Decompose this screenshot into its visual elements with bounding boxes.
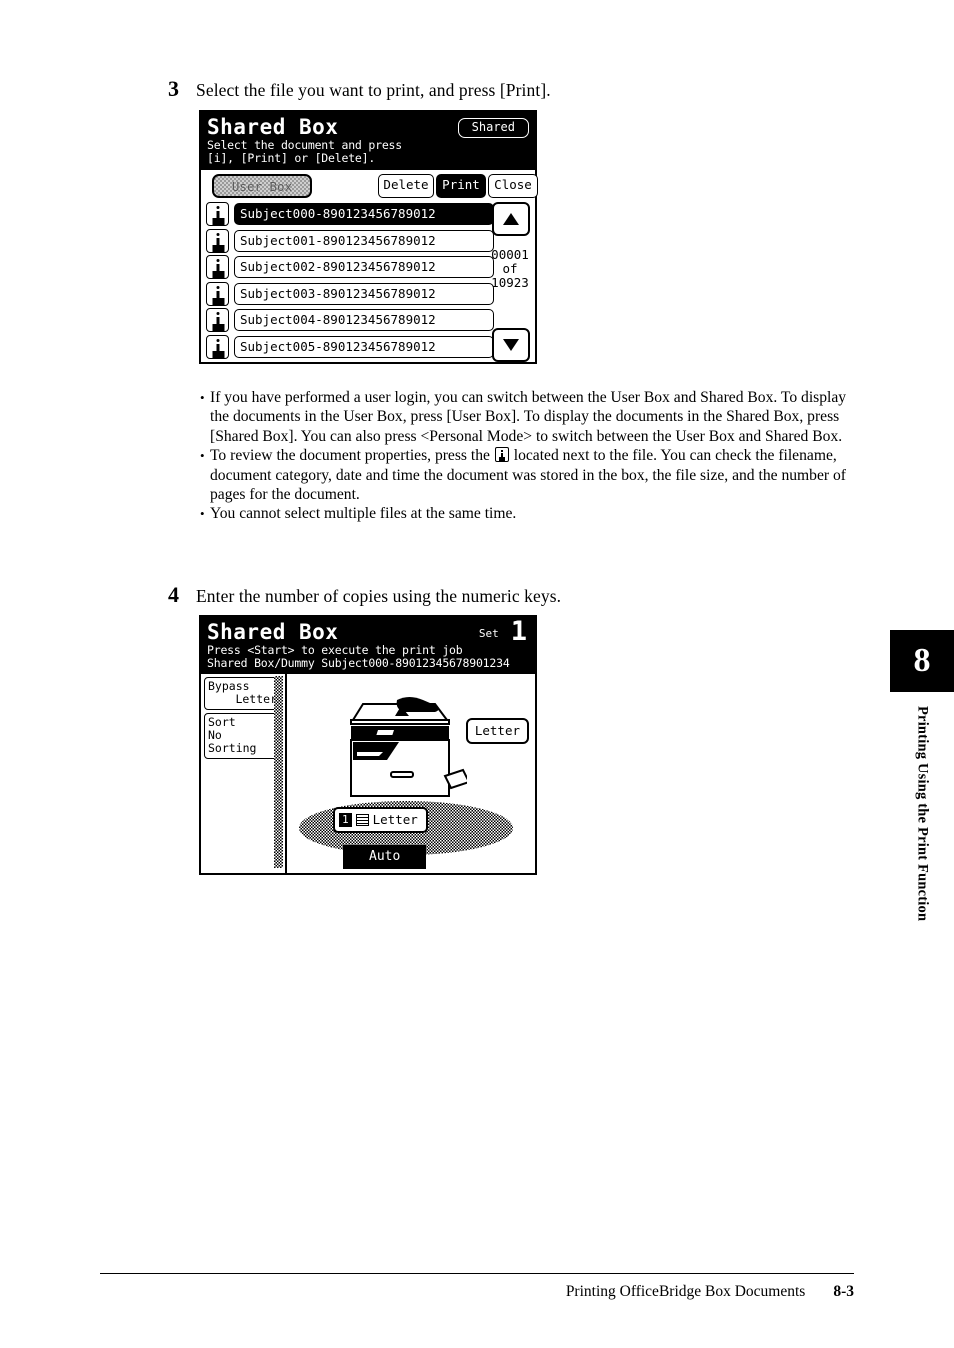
- lcd2-header: Shared Box Press <Start> to execute the …: [201, 617, 535, 674]
- lcd1-subtitle-line2: [i], [Print] or [Delete].: [207, 150, 376, 165]
- triangle-down-icon: [503, 339, 519, 351]
- paper-size-button[interactable]: Letter: [465, 718, 529, 744]
- document-info-icon: [494, 447, 509, 463]
- document-info-icon[interactable]: [206, 255, 229, 279]
- note-text: You cannot select multiple files at the …: [210, 505, 517, 523]
- document-name[interactable]: Subject002-890123456789012: [234, 256, 494, 278]
- lcd2-body: Bypass Letter Sort No Sorting Letter 1 L…: [201, 674, 535, 873]
- set-label: Set: [478, 627, 499, 640]
- chapter-number-tab: 8: [890, 630, 954, 692]
- step-3: 3 Select the file you want to print, and…: [168, 76, 868, 102]
- document-name[interactable]: Subject004-890123456789012: [234, 309, 494, 331]
- auto-paper-button[interactable]: Auto: [343, 845, 427, 869]
- note-text: To review the document properties, press…: [210, 446, 860, 504]
- side-panel-scrollbar[interactable]: [274, 676, 283, 868]
- tray-paper-size: Letter: [372, 812, 418, 827]
- footer: Printing OfficeBridge Box Documents 8-3: [100, 1283, 854, 1301]
- notes-list: • If you have performed a user login, yo…: [200, 388, 860, 524]
- counter-of: of: [502, 261, 518, 276]
- list-item[interactable]: Subject002-890123456789012: [206, 255, 494, 279]
- document-info-icon[interactable]: [206, 308, 229, 332]
- shared-mode-button[interactable]: Shared: [457, 118, 529, 138]
- close-button[interactable]: Close: [488, 174, 538, 198]
- bypass-value: Letter: [235, 692, 277, 706]
- chapter-title-vertical: Printing Using the Print Function: [890, 700, 954, 1000]
- user-box-button[interactable]: User Box: [212, 174, 312, 198]
- note-item: • If you have performed a user login, yo…: [200, 388, 860, 446]
- sort-value: No Sorting: [208, 728, 257, 755]
- document-name[interactable]: Subject005-890123456789012: [234, 335, 494, 358]
- chapter-title-text: Printing Using the Print Function: [914, 706, 931, 922]
- lcd-screen-print-settings: Shared Box Press <Start> to execute the …: [199, 615, 537, 875]
- footer-title: Printing OfficeBridge Box Documents: [565, 1283, 806, 1300]
- bypass-setting-button[interactable]: Bypass Letter: [204, 677, 281, 710]
- list-item[interactable]: Subject000-890123456789012: [206, 202, 494, 226]
- delete-button[interactable]: Delete: [378, 174, 434, 198]
- lcd1-header: Shared Box Select the document and press…: [201, 112, 535, 170]
- step-3-text: Select the file you want to print, and p…: [196, 80, 551, 100]
- list-item[interactable]: Subject004-890123456789012: [206, 308, 494, 332]
- record-counter: 00001 of 10923: [490, 248, 530, 290]
- lcd1-toolbar: User Box Delete Print Close: [206, 174, 538, 199]
- list-item[interactable]: Subject003-890123456789012: [206, 281, 494, 306]
- bullet-marker: •: [200, 506, 205, 522]
- list-scroll-controls: 00001 of 10923: [490, 202, 530, 362]
- note-item: • You cannot select multiple files at th…: [200, 504, 860, 523]
- document-info-icon[interactable]: [206, 334, 229, 359]
- step-3-number: 3: [168, 76, 179, 101]
- document-info-icon[interactable]: [206, 281, 229, 306]
- document-info-icon[interactable]: [206, 202, 229, 226]
- lcd-screen-document-list: Shared Box Select the document and press…: [199, 110, 538, 364]
- triangle-up-icon: [503, 213, 519, 225]
- list-item[interactable]: Subject005-890123456789012: [206, 334, 494, 359]
- printer-illustration: [350, 697, 467, 797]
- document-name[interactable]: Subject003-890123456789012: [234, 282, 494, 305]
- footer-page-number: 8-3: [833, 1283, 854, 1300]
- scroll-down-button[interactable]: [492, 328, 530, 362]
- paper-stack-icon: [355, 813, 369, 826]
- lcd1-body: User Box Delete Print Close Subject000-8…: [201, 170, 538, 362]
- lcd2-subtitle-line2: Shared Box/Dummy Subject000-890123456789…: [207, 655, 510, 670]
- document-info-icon[interactable]: [206, 228, 229, 253]
- tray-select-button[interactable]: 1 Letter: [333, 807, 428, 833]
- bullet-marker: •: [200, 448, 205, 464]
- list-item[interactable]: Subject001-890123456789012: [206, 228, 494, 253]
- document-name[interactable]: Subject001-890123456789012: [234, 229, 494, 252]
- set-value: 1: [510, 616, 527, 647]
- document-name[interactable]: Subject000-890123456789012: [234, 203, 494, 225]
- note-item: • To review the document properties, pre…: [200, 446, 860, 504]
- counter-total: 10923: [491, 275, 529, 290]
- sort-setting-button[interactable]: Sort No Sorting: [204, 713, 281, 759]
- page: 3 Select the file you want to print, and…: [0, 0, 954, 1348]
- note-text: If you have performed a user login, you …: [210, 389, 847, 445]
- step-4: 4 Enter the number of copies using the n…: [168, 582, 868, 608]
- lcd1-subtitle-line1: Select the document and press: [207, 138, 402, 152]
- tray-number: 1: [339, 812, 352, 827]
- document-list: Subject000-890123456789012 Subject001-89…: [206, 202, 530, 362]
- footer-divider: [100, 1273, 854, 1274]
- step-4-number: 4: [168, 582, 179, 607]
- print-button[interactable]: Print: [436, 174, 486, 198]
- counter-current: 00001: [491, 247, 529, 262]
- step-4-text: Enter the number of copies using the num…: [196, 586, 562, 606]
- lcd2-subtitle-line1: Press <Start> to execute the print job: [207, 643, 463, 657]
- note-text-before-icon: To review the document properties, press…: [210, 447, 494, 465]
- settings-side-panel: Bypass Letter Sort No Sorting: [201, 674, 287, 873]
- copies-display: Set 1: [478, 616, 527, 647]
- scroll-up-button[interactable]: [492, 202, 530, 236]
- printer-preview-panel: Letter 1 Letter Auto: [287, 674, 535, 873]
- bullet-marker: •: [200, 390, 205, 405]
